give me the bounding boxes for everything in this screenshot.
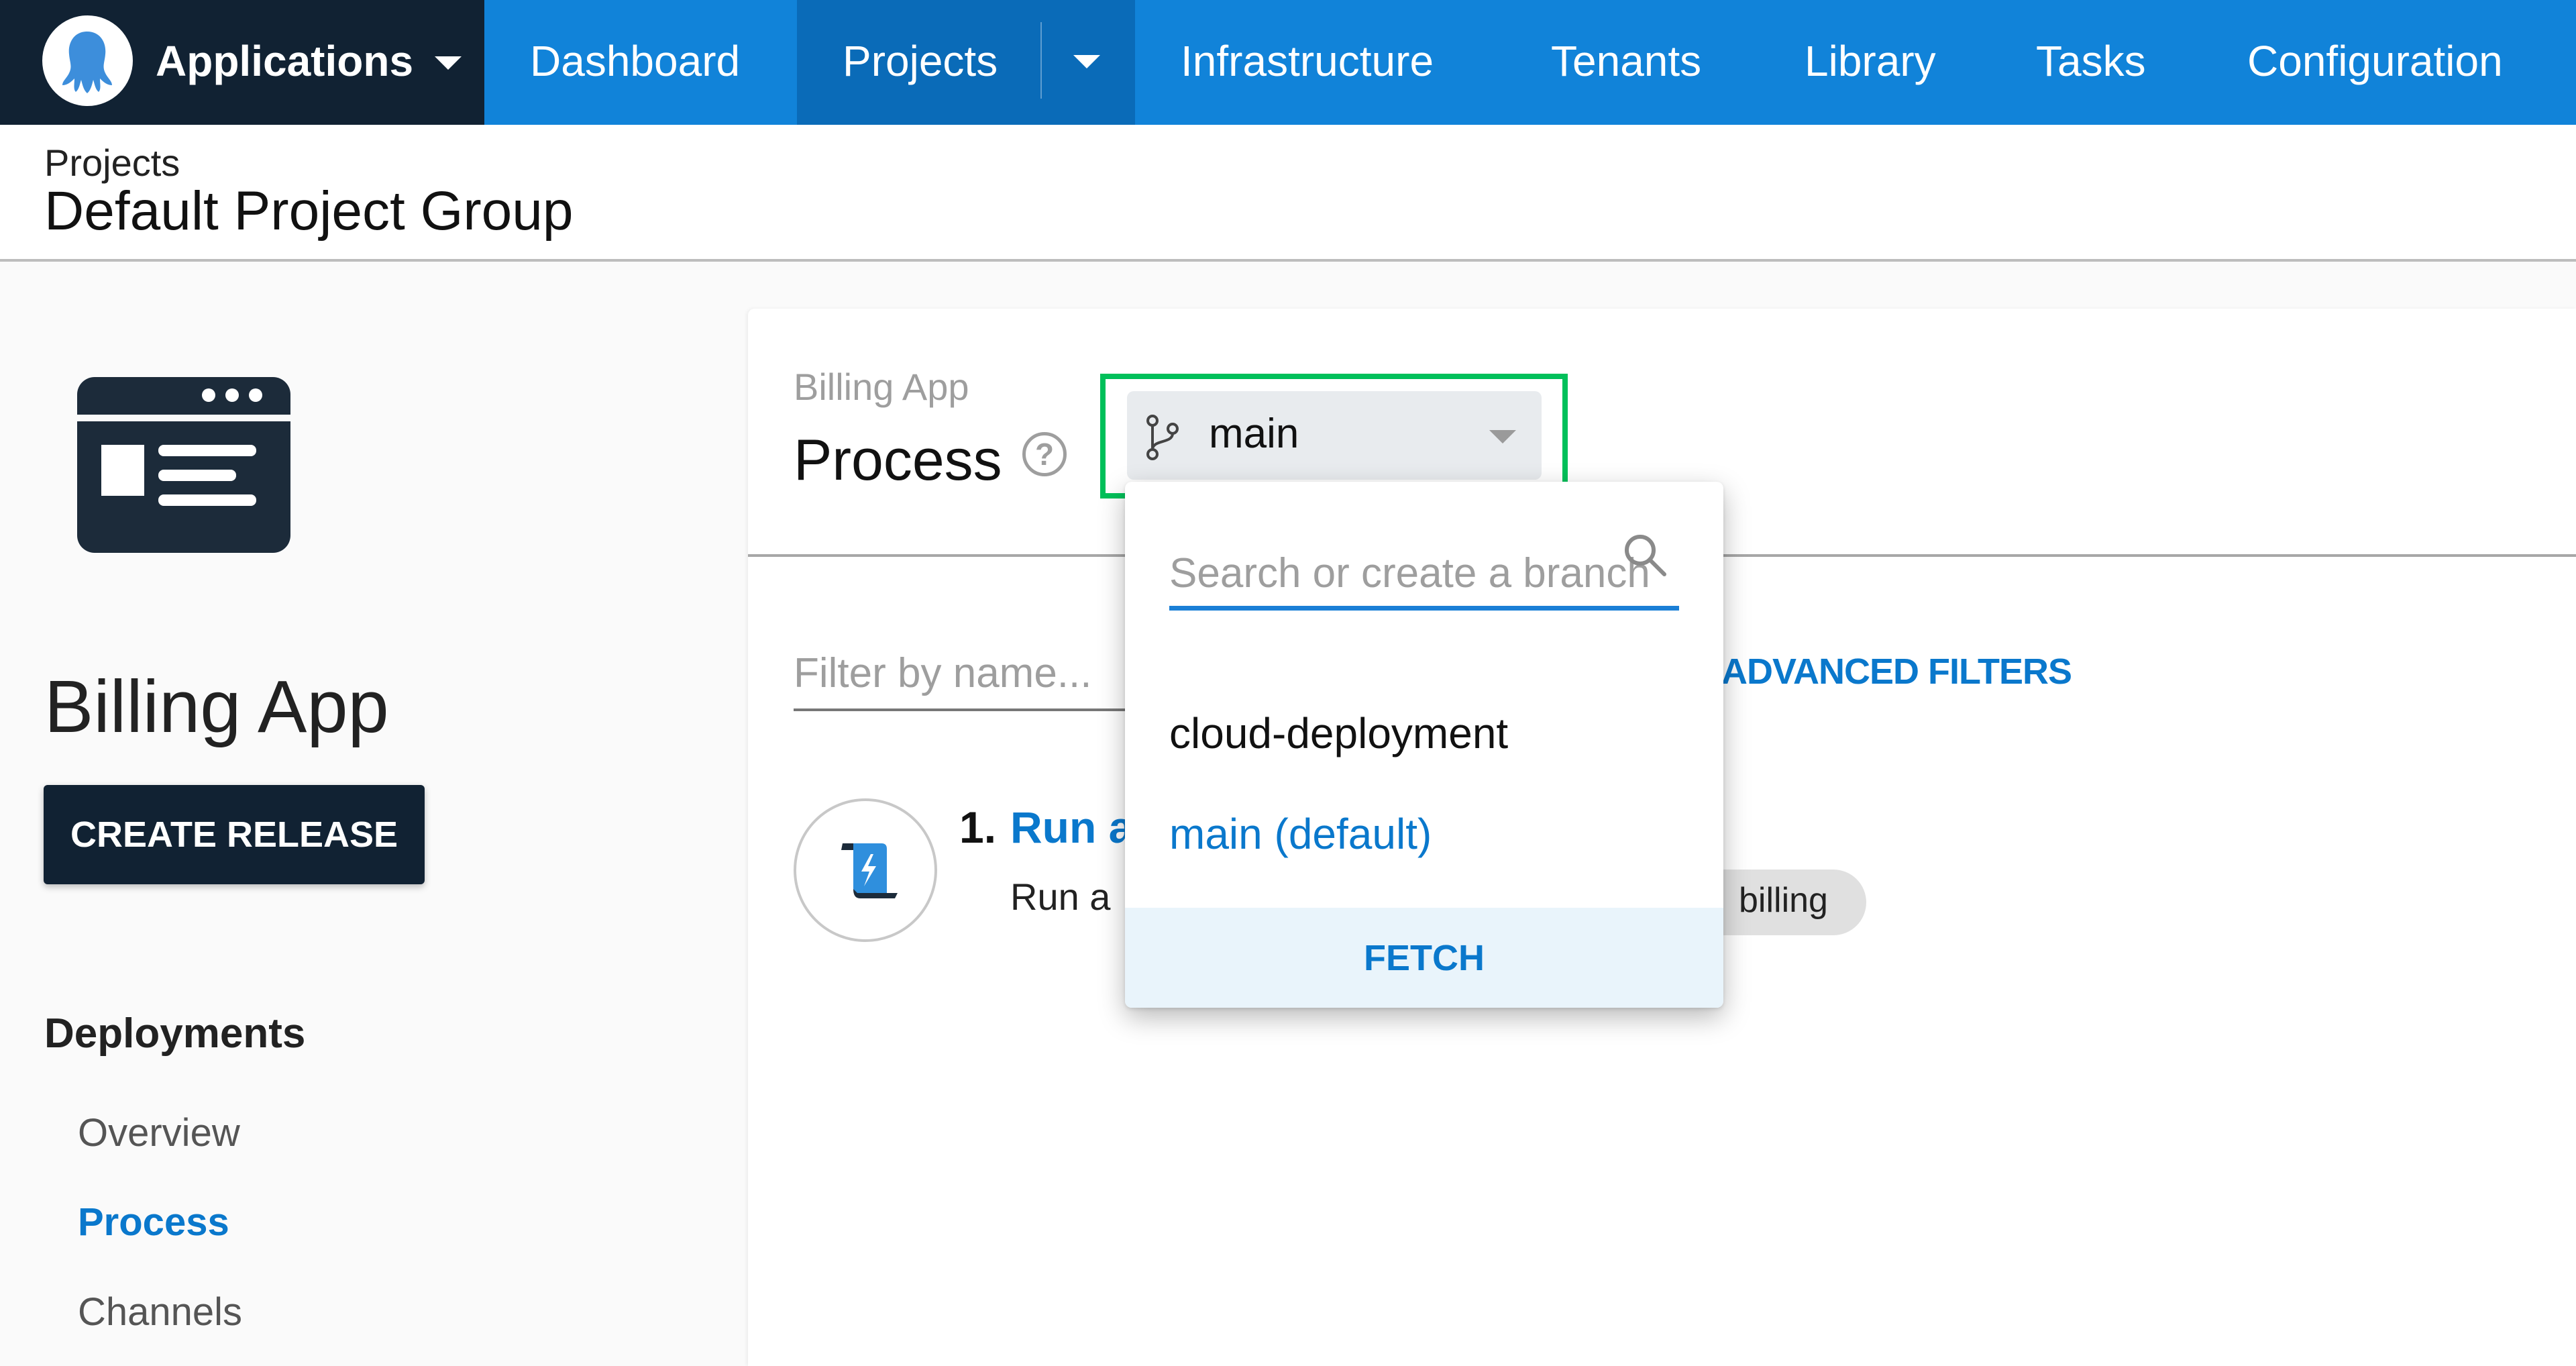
fetch-button[interactable]: FETCH: [1125, 908, 1723, 1008]
script-icon: [841, 843, 898, 898]
sidebar-section-deployments: Deployments: [44, 1010, 306, 1057]
chevron-down-icon: [435, 56, 462, 70]
branch-selector-value: main: [1209, 411, 1299, 457]
card-subtitle: Billing App: [794, 366, 969, 408]
branch-dropdown: cloud-deployment main (default) FETCH: [1125, 482, 1723, 1008]
sidebar-item-process[interactable]: Process: [78, 1200, 229, 1245]
step-tag-label: billing: [1739, 881, 1828, 920]
top-navigation: Applications Dashboard Projects Infrastr…: [0, 0, 2576, 125]
step-name-link[interactable]: Run a: [1010, 802, 1133, 853]
chevron-down-icon: [1489, 430, 1516, 443]
browser-window-icon: [77, 377, 290, 553]
page-title: Default Project Group: [44, 180, 574, 242]
octopus-logo-icon: [42, 15, 133, 106]
project-name: Billing App: [44, 666, 389, 748]
nav-separator: [1040, 22, 1042, 99]
filter-by-name-input[interactable]: [794, 637, 1127, 711]
step-icon-wrapper[interactable]: [794, 798, 937, 942]
nav-tasks[interactable]: Tasks: [2036, 0, 2146, 125]
card-title: Process: [794, 428, 1002, 492]
create-release-button[interactable]: CREATE RELEASE: [44, 785, 425, 884]
dropdown-footer: FETCH: [1125, 908, 1723, 1008]
nav-configuration[interactable]: Configuration: [2247, 0, 2503, 125]
applications-menu[interactable]: Applications: [0, 0, 484, 125]
nav-projects[interactable]: Projects: [843, 0, 998, 125]
branch-search-input[interactable]: [1169, 541, 1679, 611]
branch-selector[interactable]: main: [1127, 391, 1542, 480]
search-icon: [1619, 529, 1672, 582]
step-description: Run a: [1010, 876, 1111, 918]
nav-infrastructure[interactable]: Infrastructure: [1181, 0, 1434, 125]
git-branch-icon: [1144, 414, 1181, 461]
applications-label: Applications: [156, 37, 414, 85]
advanced-filters-link[interactable]: / ADVANCED FILTERS: [1704, 651, 2072, 692]
branch-option-main[interactable]: main (default): [1169, 809, 1432, 859]
step-number: 1.: [959, 802, 997, 852]
nav-library[interactable]: Library: [1805, 0, 1936, 125]
sidebar-item-overview[interactable]: Overview: [78, 1110, 240, 1155]
nav-tenants[interactable]: Tenants: [1551, 0, 1701, 125]
branch-option-cloud-deployment[interactable]: cloud-deployment: [1169, 708, 1508, 758]
nav-dashboard[interactable]: Dashboard: [530, 0, 740, 125]
page-header: Projects Default Project Group: [0, 125, 2576, 262]
help-icon[interactable]: ?: [1022, 432, 1067, 476]
projects-dropdown-icon[interactable]: [1073, 55, 1100, 68]
sidebar-item-channels[interactable]: Channels: [78, 1290, 242, 1334]
breadcrumb[interactable]: Projects: [44, 141, 180, 185]
